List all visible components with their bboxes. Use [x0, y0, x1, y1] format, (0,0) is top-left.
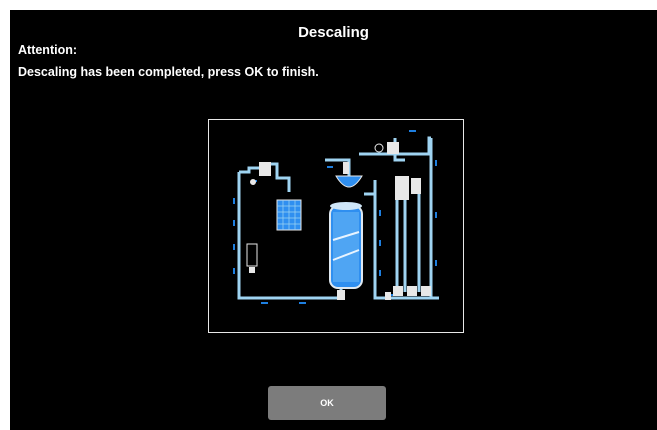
ok-button[interactable]: OK	[268, 386, 386, 420]
attention-label: Attention:	[18, 43, 78, 57]
water-tank-icon	[329, 202, 363, 289]
water-circuit-diagram	[208, 119, 464, 333]
inlet-valve-icon	[250, 162, 271, 185]
dialog-title: Descaling	[298, 24, 369, 41]
left-pump-icon	[246, 243, 258, 273]
completion-message: Descaling has been completed, press OK t…	[18, 65, 319, 79]
pressure-valve-icon	[374, 142, 399, 154]
heat-exchanger-icon	[276, 199, 302, 231]
descaling-dialog: Descaling Attention: Descaling has been …	[10, 10, 657, 430]
right-pump-cluster-icon	[393, 176, 431, 296]
